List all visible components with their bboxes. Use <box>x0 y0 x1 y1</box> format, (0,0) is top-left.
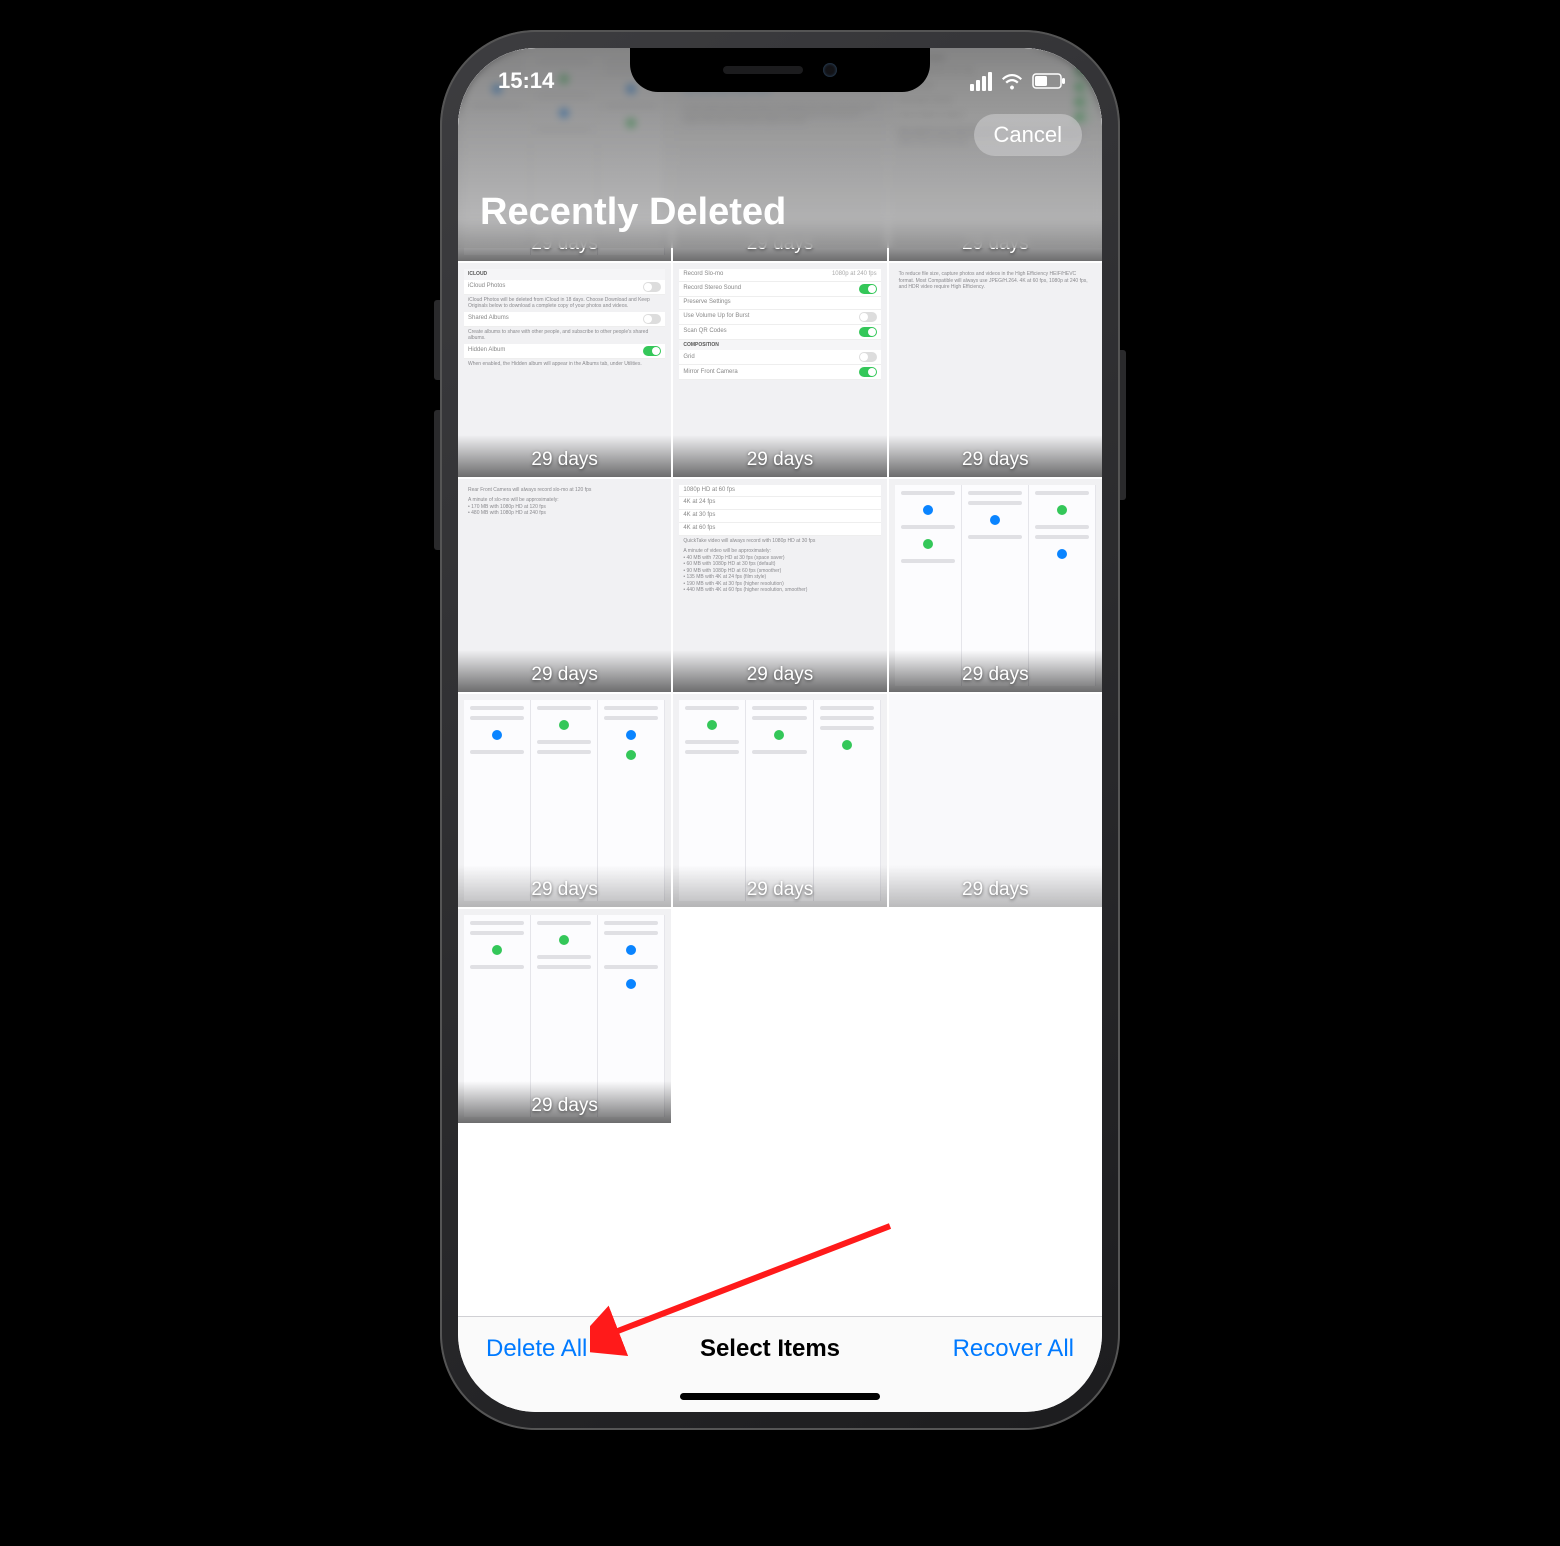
speaker <box>723 66 803 74</box>
days-remaining: 29 days <box>458 664 671 686</box>
wifi-icon <box>1000 72 1024 90</box>
photo-thumb[interactable]: ICLOUD iCloud Photos iCloud Photos will … <box>458 263 671 476</box>
empty-cell <box>673 909 886 1122</box>
toolbar-title: Select Items <box>700 1335 840 1363</box>
front-camera <box>823 63 837 77</box>
days-remaining: 29 days <box>673 449 886 471</box>
photo-thumb[interactable]: Rear Front Camera will always record slo… <box>458 479 671 692</box>
cancel-button[interactable]: Cancel <box>974 114 1082 156</box>
notch <box>630 48 930 92</box>
days-remaining: 29 days <box>458 879 671 901</box>
photo-thumb[interactable]: Record Slo-mo1080p at 240 fps Record Ste… <box>673 263 886 476</box>
photo-thumb[interactable]: 29 days <box>889 479 1102 692</box>
photo-thumb[interactable]: 29 days <box>673 694 886 907</box>
photo-thumb[interactable]: 29 days <box>458 909 671 1122</box>
status-icons <box>970 72 1066 91</box>
days-remaining: 29 days <box>889 879 1102 901</box>
photo-thumb[interactable]: 29 days <box>889 694 1102 907</box>
photo-grid: 29 days For users in the United States, … <box>458 248 1102 1123</box>
delete-all-button[interactable]: Delete All <box>486 1335 587 1363</box>
home-indicator[interactable] <box>680 1393 880 1400</box>
empty-cell <box>889 909 1102 1122</box>
photo-thumb[interactable]: To reduce file size, capture photos and … <box>889 263 1102 476</box>
phone-screen: 15:14 Cancel Recently Deleted 29 days <box>458 48 1102 1412</box>
days-remaining: 29 days <box>458 1095 671 1117</box>
battery-icon <box>1032 73 1066 89</box>
recover-all-button[interactable]: Recover All <box>953 1335 1074 1363</box>
side-button <box>1120 350 1126 500</box>
phone-frame: 15:14 Cancel Recently Deleted 29 days <box>440 30 1120 1430</box>
photo-thumb[interactable]: 1080p HD at 60 fps 4K at 24 fps 4K at 30… <box>673 479 886 692</box>
page-title: Recently Deleted <box>480 191 1080 234</box>
photo-thumb[interactable]: 29 days <box>458 694 671 907</box>
days-remaining: 29 days <box>889 449 1102 471</box>
status-time: 15:14 <box>498 68 554 94</box>
days-remaining: 29 days <box>889 664 1102 686</box>
days-remaining: 29 days <box>673 664 886 686</box>
days-remaining: 29 days <box>458 449 671 471</box>
signal-icon <box>970 72 992 91</box>
days-remaining: 29 days <box>673 879 886 901</box>
